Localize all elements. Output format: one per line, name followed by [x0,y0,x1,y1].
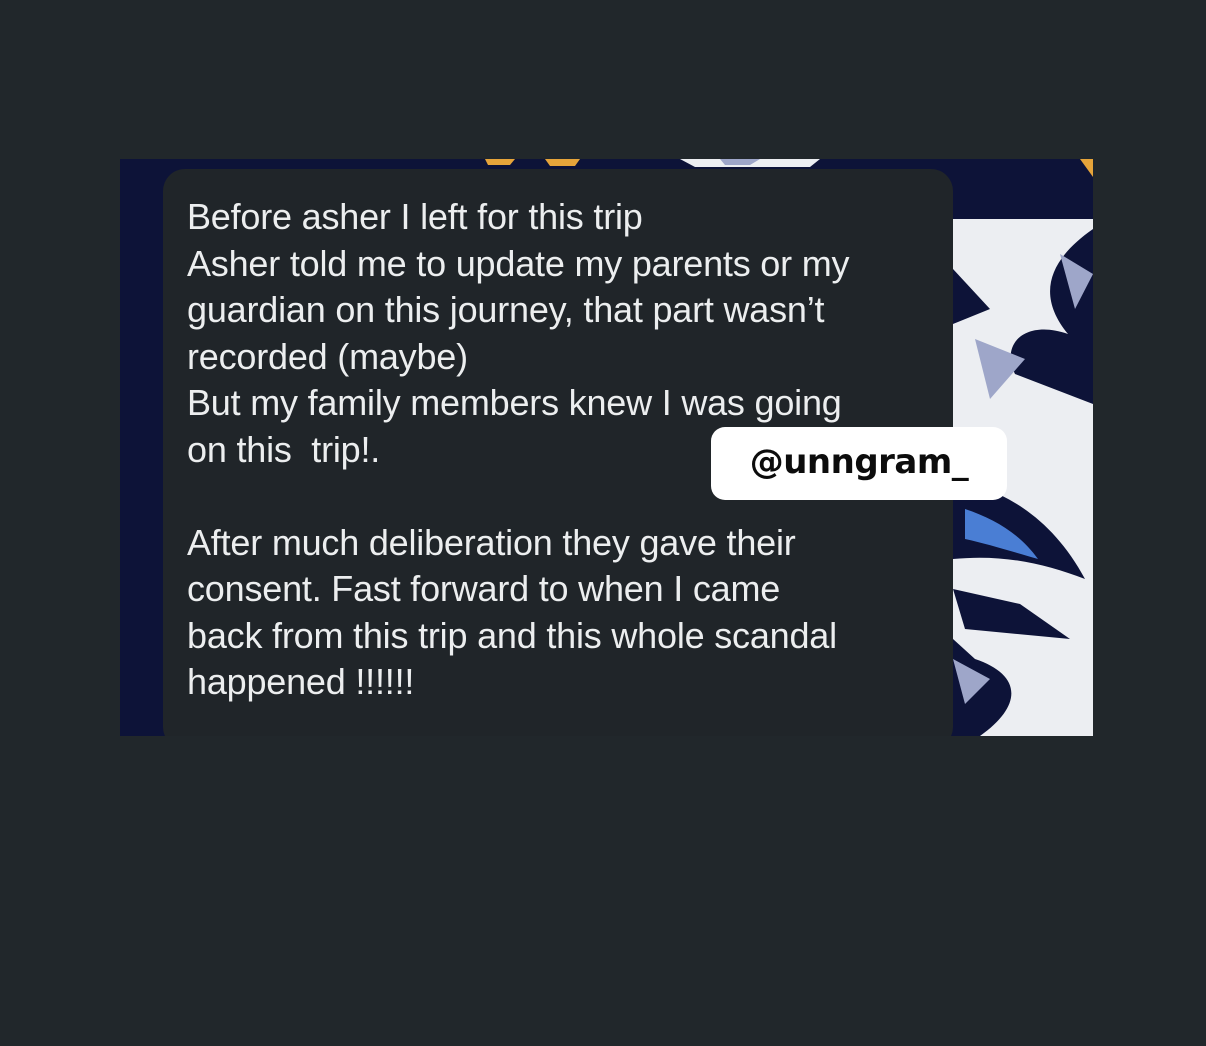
message-line: on this trip!. [187,428,381,470]
message-line: guardian on this journey, that part wasn… [187,289,825,330]
message-line: happened !!!!!! [187,661,415,702]
message-line: Asher told me to update my parents or my [187,242,850,284]
message-line: consent. Fast forward to when I came [187,568,781,609]
message-line: back from this trip and this whole scand… [187,614,837,656]
watermark-handle: @unngram_ [749,441,969,482]
watermark-handle-badge: @unngram_ [711,427,1007,500]
message-line: After much deliberation they gave their [187,521,796,563]
message-line: recorded (maybe) [187,335,468,377]
message-line: Before asher I left for this trip [187,196,643,237]
message-line: But my family members knew I was going [187,382,842,423]
